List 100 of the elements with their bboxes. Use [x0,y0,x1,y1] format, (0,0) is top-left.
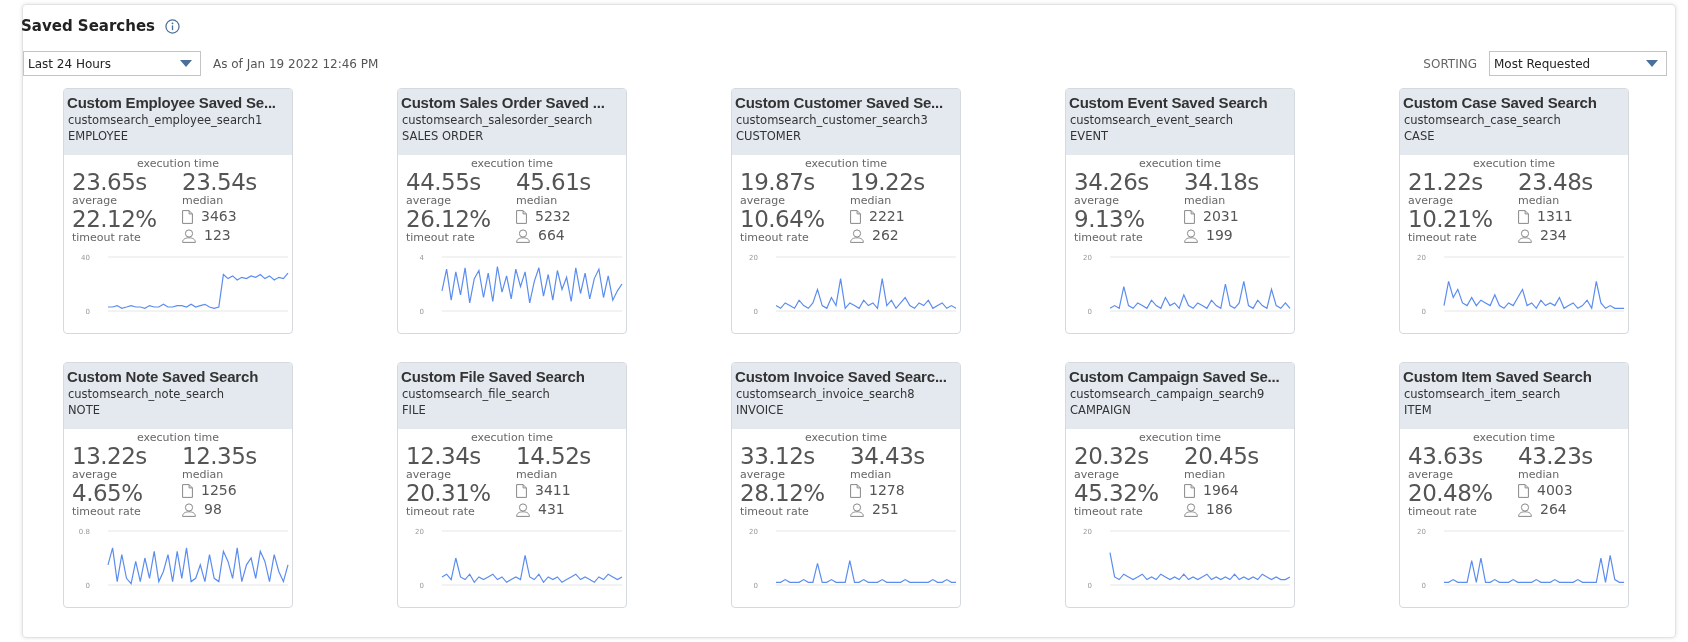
results-count: 3411 [535,481,571,500]
average-label: average [406,469,452,481]
timeout-rate-value: 22.12% [72,207,157,232]
card-title: Custom Case Saved Search [1403,94,1598,111]
user-icon [850,502,864,517]
document-icon [1184,483,1195,498]
metric-label: execution time [137,157,219,170]
median-label: median [850,195,892,207]
average-label: average [1408,469,1454,481]
info-icon[interactable] [165,18,180,34]
users-count: 262 [872,226,899,245]
timeout-rate-value: 9.13% [1074,207,1145,232]
average-value: 12.34s [406,444,481,469]
median-label: median [1184,469,1226,481]
metric-label: execution time [471,431,553,444]
timeout-rate-label: timeout rate [72,232,141,244]
median-value: 20.45s [1184,444,1259,469]
results-count: 1964 [1203,481,1239,500]
average-label: average [72,469,118,481]
users-count: 251 [872,500,899,519]
average-value: 33.12s [740,444,815,469]
median-label: median [516,195,558,207]
timeout-rate-value: 26.12% [406,207,491,232]
caret-icon [1646,60,1658,67]
user-icon [1518,502,1532,517]
average-value: 23.65s [72,170,147,195]
document-icon [850,209,861,224]
users-count: 664 [538,226,565,245]
panel-title: Saved Searches [21,17,155,35]
users-count: 123 [204,226,231,245]
median-value: 14.52s [516,444,591,469]
sorting-dropdown[interactable]: Most Requested [1489,51,1667,76]
search-id: customsearch_customer_search3 [736,113,929,127]
user-icon [1184,502,1198,517]
average-label: average [406,195,452,207]
timeout-rate-label: timeout rate [72,506,141,518]
record-type: ITEM [1404,403,1433,417]
median-value: 19.22s [850,170,925,195]
median-value: 12.35s [182,444,257,469]
card-title: Custom Campaign Saved Se... [1069,368,1281,385]
as-of-timestamp: As of Jan 19 2022 12:46 PM [213,56,379,71]
users-count: 431 [538,500,565,519]
timeout-rate-label: timeout rate [1074,506,1143,518]
sorting-label: SORTING [1423,56,1477,71]
metric-label: execution time [805,157,887,170]
timeout-rate-value: 10.21% [1408,207,1493,232]
search-id: customsearch_salesorder_search [402,113,594,127]
users-count: 98 [204,500,222,519]
record-type: INVOICE [736,403,785,417]
card-title: Custom File Saved Search [401,368,586,385]
record-type: FILE [402,403,427,417]
record-type: NOTE [68,403,101,417]
caret-icon [180,60,192,67]
median-label: median [1518,195,1560,207]
users-count: 199 [1206,226,1233,245]
document-icon [182,209,193,224]
card-title: Custom Invoice Saved Searc... [735,368,948,385]
record-type: SALES ORDER [402,129,485,143]
card-title: Custom Sales Order Saved ... [401,94,606,111]
time-range-dropdown[interactable]: Last 24 Hours [23,51,201,76]
record-type: EVENT [1070,129,1110,143]
median-value: 34.18s [1184,170,1259,195]
search-id: customsearch_file_search [402,387,551,401]
results-count: 2221 [869,207,905,226]
record-type: CAMPAIGN [1070,403,1132,417]
metric-label: execution time [137,431,219,444]
users-count: 264 [1540,500,1567,519]
user-icon [1184,228,1198,243]
average-value: 44.55s [406,170,481,195]
card-title: Custom Item Saved Search [1403,368,1593,385]
median-label: median [182,195,224,207]
search-id: customsearch_case_search [1404,113,1562,127]
average-label: average [1074,195,1120,207]
results-count: 5232 [535,207,571,226]
card-title: Custom Customer Saved Se... [735,94,944,111]
search-id: customsearch_invoice_search8 [736,387,916,401]
average-value: 20.32s [1074,444,1149,469]
metric-label: execution time [805,431,887,444]
timeout-rate-label: timeout rate [1408,232,1477,244]
average-value: 21.22s [1408,170,1483,195]
search-id: customsearch_item_search [1404,387,1562,401]
median-value: 45.61s [516,170,591,195]
metric-label: execution time [471,157,553,170]
results-count: 2031 [1203,207,1239,226]
results-count: 1256 [201,481,237,500]
median-label: median [516,469,558,481]
timeout-rate-label: timeout rate [1074,232,1143,244]
average-value: 43.63s [1408,444,1483,469]
document-icon [182,483,193,498]
timeout-rate-label: timeout rate [406,506,475,518]
record-type: CUSTOMER [736,129,802,143]
average-label: average [740,469,786,481]
search-id: customsearch_employee_search1 [68,113,264,127]
user-icon [182,502,196,517]
metric-label: execution time [1139,157,1221,170]
user-icon [516,502,530,517]
users-count: 186 [1206,500,1233,519]
card-title: Custom Event Saved Search [1069,94,1269,111]
document-icon [1518,209,1529,224]
search-id: customsearch_campaign_search9 [1070,387,1266,401]
